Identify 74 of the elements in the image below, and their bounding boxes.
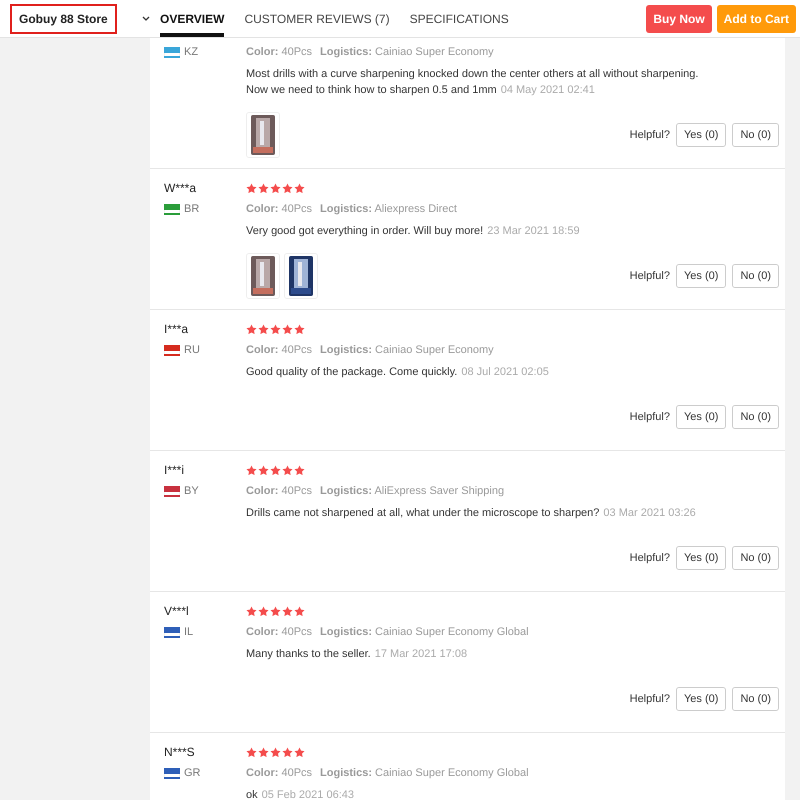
color-info: Color: 40Pcs: [246, 344, 312, 356]
yes-button[interactable]: Yes (0): [676, 405, 726, 429]
star-icon: [294, 324, 305, 334]
reviewer-name: W***a: [164, 181, 198, 197]
color-info: Color: 40Pcs: [246, 46, 312, 58]
review-text: ok 05 Feb 2021 06:43: [246, 788, 355, 800]
buy-now-button[interactable]: Buy Now: [646, 4, 712, 32]
star-icon: [294, 182, 305, 194]
no-button[interactable]: No (0): [732, 123, 779, 147]
star-icon: [246, 182, 257, 194]
color-info: Color: 40Pcs: [246, 767, 312, 779]
helpful-label: Helpful?: [630, 693, 670, 705]
star-icon: [270, 182, 281, 194]
reviewer-name: I***i: [164, 463, 186, 479]
no-button[interactable]: No (0): [732, 264, 779, 288]
country-code: KZ: [184, 46, 198, 58]
star-icon: [258, 324, 269, 334]
star-icon: [258, 746, 269, 758]
country-code: BY: [184, 485, 199, 497]
logistics-info: Logistics: Cainiao Super Economy Global: [320, 626, 529, 638]
chevron-down-icon: [142, 16, 150, 22]
helpful-label: Helpful?: [630, 411, 670, 423]
review-text: Good quality of the package. Come quickly. 08 Jul 2021 02:05: [246, 365, 550, 380]
reviewer-name: V***l: [164, 604, 190, 620]
no-button[interactable]: No (0): [732, 546, 779, 570]
country-code: IL: [184, 626, 194, 638]
star-icon: [270, 606, 281, 616]
review-text: Drills came not sharpened at all, what under the microscope to sharpen? 03 Mar 2021 03:26: [246, 506, 697, 521]
star-icon: [282, 182, 293, 194]
review-text: Many thanks to the seller. 17 Mar 2021 17:08: [246, 647, 468, 662]
star-icon: [270, 746, 281, 758]
star-icon: [294, 606, 305, 616]
star-icon: [294, 464, 305, 476]
helpful-label: Helpful?: [630, 270, 670, 282]
country-code: GR: [184, 767, 200, 779]
star-icon: [246, 324, 257, 334]
star-icon: [258, 606, 269, 616]
logistics-info: Logistics: Cainiao Super Economy: [320, 344, 494, 356]
logistics-info: Logistics: Cainiao Super Economy Global: [320, 767, 529, 779]
star-icon: [282, 324, 293, 334]
review-text: Very good got everything in order. Will buy more! 23 Mar 2021 18:59: [246, 224, 581, 239]
star-icon: [270, 324, 281, 334]
helpful-label: Helpful?: [630, 129, 670, 141]
no-button[interactable]: No (0): [732, 687, 779, 711]
logistics-info: Logistics: Cainiao Super Economy: [320, 46, 494, 58]
country-code: BR: [184, 203, 200, 215]
color-info: Color: 40Pcs: [246, 203, 312, 215]
tab[interactable]: SPECIFICATIONS: [410, 0, 509, 37]
star-icon: [282, 606, 293, 616]
review-text: Most drills with a curve sharpening knocked down the center others at all without sharpening. Now we need to think how to sharpen 0.5 and 1mm 04 May 2021 02:41: [246, 67, 700, 98]
star-icon: [258, 182, 269, 194]
yes-button[interactable]: Yes (0): [676, 264, 726, 288]
yes-button[interactable]: Yes (0): [676, 123, 726, 147]
logistics-info: Logistics: AliExpress Saver Shipping: [320, 485, 504, 497]
star-icon: [294, 746, 305, 758]
star-icon: [246, 464, 257, 476]
color-info: Color: 40Pcs: [246, 485, 312, 497]
no-button[interactable]: No (0): [732, 405, 779, 429]
star-icon: [246, 606, 257, 616]
country-code: RU: [184, 344, 200, 356]
star-icon: [246, 746, 257, 758]
star-icon: [270, 464, 281, 476]
reviewer-name: I***a: [164, 322, 190, 338]
color-info: Color: 40Pcs: [246, 626, 312, 638]
reviewer-name: N***S: [164, 745, 196, 761]
helpful-label: Helpful?: [630, 552, 670, 564]
star-icon: [282, 746, 293, 758]
star-icon: [282, 464, 293, 476]
store-select[interactable]: Gobuy 88 Store: [10, 4, 117, 34]
logistics-info: Logistics: Aliexpress Direct: [320, 203, 457, 215]
tab[interactable]: CUSTOMER REVIEWS (7): [244, 0, 390, 37]
yes-button[interactable]: Yes (0): [676, 687, 726, 711]
star-icon: [258, 464, 269, 476]
yes-button[interactable]: Yes (0): [676, 546, 726, 570]
